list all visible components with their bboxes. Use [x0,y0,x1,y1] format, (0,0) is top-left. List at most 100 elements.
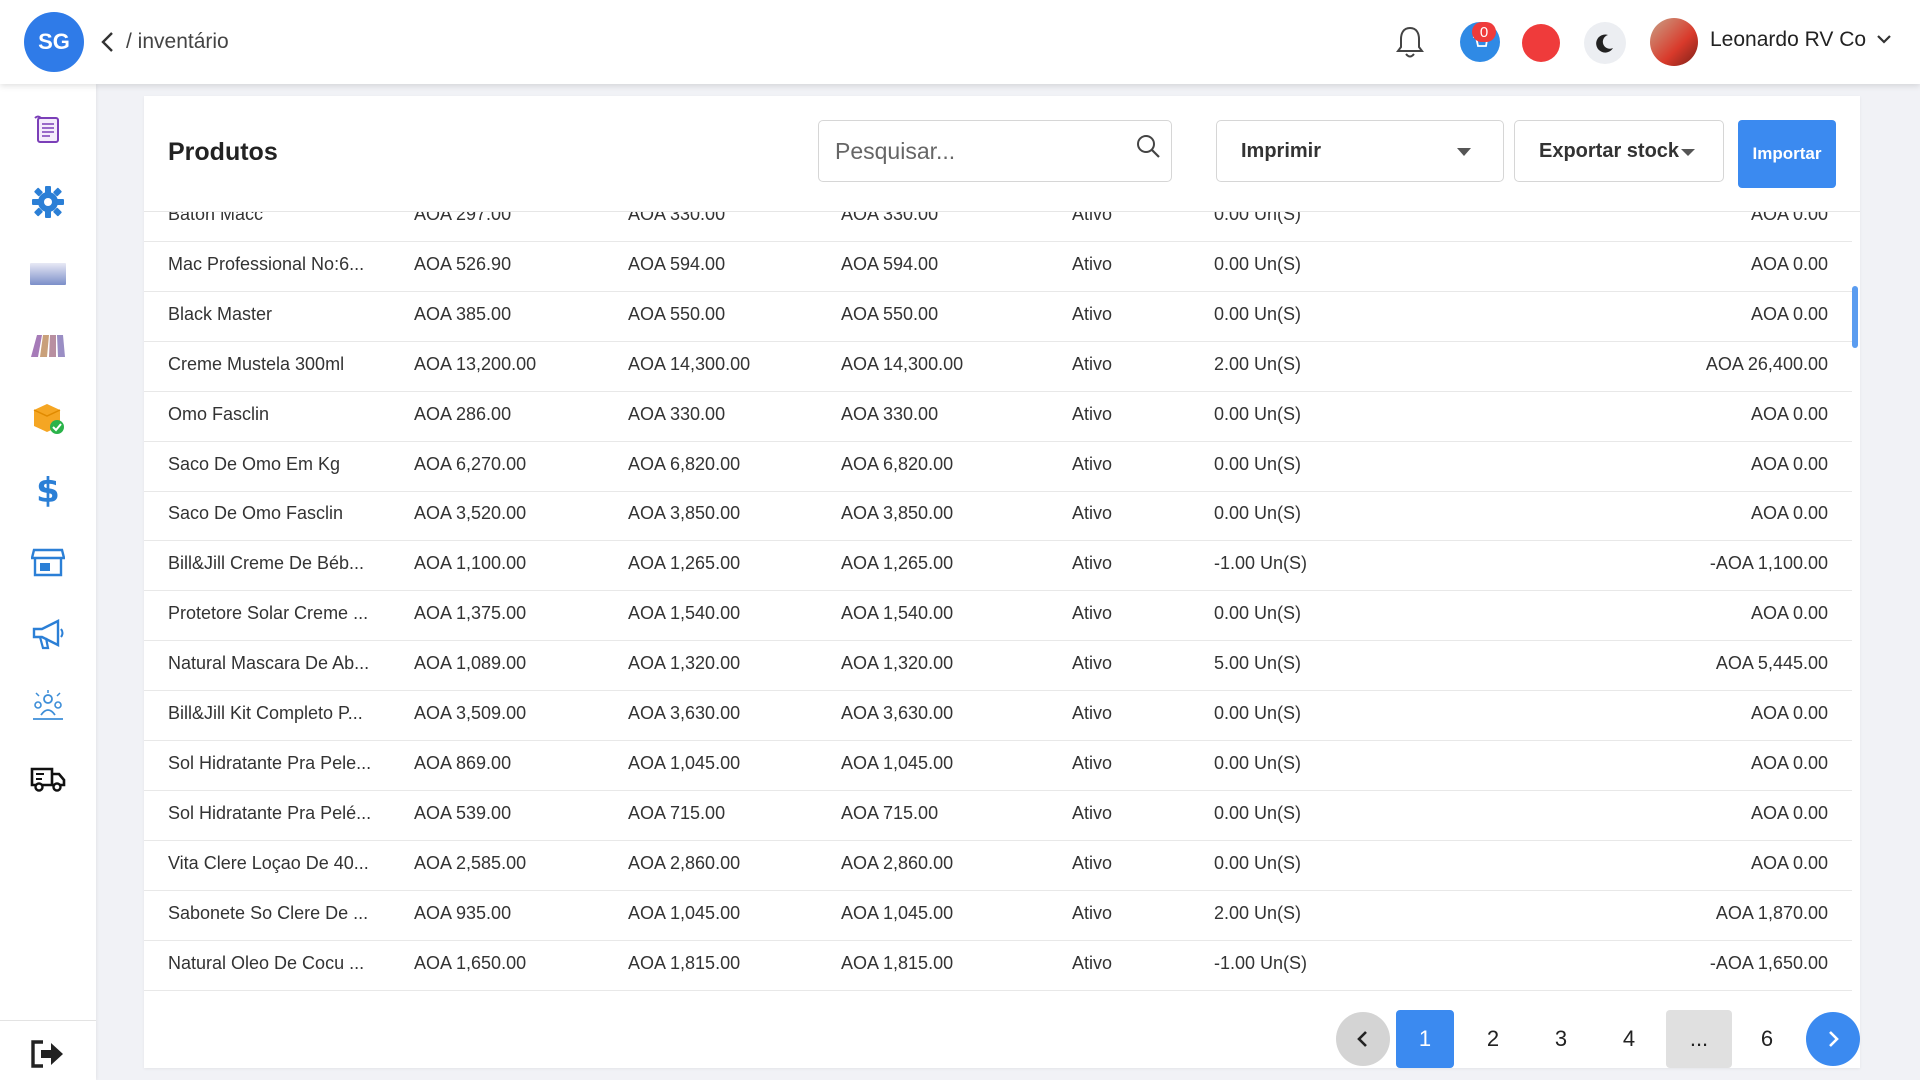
table-row[interactable]: Omo Fasclin AOA 286.00 AOA 330.00 AOA 330.0… [144,393,1852,442]
sale-price: AOA 1,265.00 [628,553,741,574]
sale-price: AOA 3,850.00 [628,503,741,524]
sale-price: AOA 1,815.00 [628,952,741,973]
search-input[interactable] [835,135,1135,167]
stock-value: AOA 0.00 [1750,212,1828,224]
product-name: Sol Hidratante Pra Pele... [168,752,372,773]
next-page-button[interactable] [1806,1012,1860,1066]
logout-icon[interactable] [26,1032,70,1076]
status-text: Ativo [1072,553,1113,574]
sale-price-2: AOA 1,540.00 [841,603,954,624]
page-button-3[interactable]: 3 [1532,1010,1590,1068]
top-bar: SG / inventário 0 Leonardo RV Co [0,0,1920,84]
page-button-1[interactable]: 1 [1396,1010,1454,1068]
caret-down-icon [1457,148,1471,156]
table-row[interactable]: Sol Hidratante Pra Pelé... AOA 539.00 AOA … [144,792,1852,841]
print-dropdown[interactable]: Imprimir [1216,120,1504,182]
product-name: Sol Hidratante Pra Pelé... [168,802,372,823]
table-row[interactable]: Sabonete So Clere De ... AOA 935.00 AOA 1,… [144,892,1852,941]
stock-quantity: 0.00 Un(S) [1214,212,1302,224]
table-row[interactable]: Protetore Solar Creme ... AOA 1,375.00 AOA… [144,592,1852,642]
back-chevron-icon[interactable] [100,31,116,53]
box-check-icon[interactable] [26,396,70,440]
product-name: Sabonete So Clere De ... [168,902,369,923]
table-row[interactable]: Vita Clere Loçao De 40... AOA 2,585.00 AOA… [144,842,1852,891]
cost-price: AOA 1,650.00 [414,952,527,973]
table-row[interactable]: Saco De Omo Fasclin AOA 3,520.00 AOA 3,850… [144,492,1852,542]
stock-value: AOA 0.00 [1750,802,1828,823]
card-gradient-icon[interactable] [26,252,70,296]
gear-icon[interactable] [26,180,70,224]
megaphone-icon[interactable] [26,612,70,656]
status-text: Ativo [1072,703,1113,723]
status-text: Ativo [1072,603,1113,624]
cost-price: AOA 539.00 [414,802,512,823]
caret-down-icon [1681,149,1695,156]
bell-icon[interactable] [1394,24,1426,60]
cost-price: AOA 1,089.00 [414,653,527,674]
stock-quantity: 2.00 Un(S) [1214,353,1302,374]
sale-price-2: AOA 6,820.00 [841,453,954,474]
store-icon[interactable] [26,540,70,584]
product-name: Natural Mascara De Ab... [168,653,370,674]
breadcrumb-path[interactable]: / inventário [126,30,229,54]
import-button[interactable]: Importar [1738,120,1836,188]
cost-price: AOA 13,200.00 [414,353,537,374]
scrollbar-thumb[interactable] [1852,286,1858,348]
product-name: Omo Fasclin [168,403,270,424]
people-group-icon[interactable] [26,684,70,728]
page-ellipsis[interactable]: ... [1666,1010,1732,1068]
table-row[interactable]: Natural Mascara De Ab... AOA 1,089.00 AOA … [144,642,1852,692]
sale-price-2: AOA 14,300.00 [841,353,964,374]
sale-price-2: AOA 1,485.00 [841,1002,953,1004]
export-stock-button[interactable]: Exportar stock [1514,120,1724,182]
prev-page-button[interactable] [1336,1012,1390,1066]
books-icon[interactable] [26,324,70,368]
table-row[interactable]: Saco De Omo Em Kg AOA 6,270.00 AOA 6,820.0… [144,443,1852,492]
svg-text:$: $ [36,471,60,510]
table-row[interactable]: Mac Professional No:6... AOA 526.90 AOA 59… [144,243,1852,292]
cost-price: AOA 385.00 [414,303,512,324]
moon-icon[interactable] [1584,22,1626,64]
delivery-truck-icon[interactable] [26,756,70,800]
cost-price: AOA 869.00 [414,752,512,773]
username[interactable]: Leonardo RV Co [1710,28,1866,52]
stock-value: AOA 0.00 [1750,503,1828,524]
stock-value: AOA 0.00 [1750,403,1828,424]
table-row[interactable]: Lotion Soft Nourish De... AOA 1,375.00 AOA… [144,991,1852,1004]
page-button-4[interactable]: 4 [1600,1010,1658,1068]
status-text: Ativo [1072,653,1113,674]
app-logo[interactable]: SG [24,12,84,72]
sale-price-2: AOA 1,815.00 [841,952,954,973]
products-card: Produtos Imprimir Exportar stock Importa… [144,96,1860,1068]
sale-price: AOA 715.00 [628,802,726,823]
page-button-2[interactable]: 2 [1464,1010,1522,1068]
table-row[interactable]: Sol Hidratante Pra Pele... AOA 869.00 AOA … [144,742,1852,791]
stock-quantity: -1.00 Un(S) [1214,952,1308,973]
chevron-down-icon[interactable] [1876,32,1892,50]
table-row[interactable]: Natural Oleo De Cocu ... AOA 1,650.00 AOA … [144,942,1852,991]
cost-price: AOA 286.00 [414,403,512,424]
status-text: Ativo [1072,253,1113,274]
table-row[interactable]: Creme Mustela 300ml AOA 13,200.00 AOA 14,3… [144,343,1852,392]
search-box[interactable] [818,120,1172,182]
record-status-icon[interactable] [1522,24,1560,62]
search-icon[interactable] [1135,133,1161,164]
page-button-6[interactable]: 6 [1738,1010,1796,1068]
status-text: Ativo [1072,802,1113,823]
cost-price: AOA 935.00 [414,902,512,923]
sale-price: AOA 330.00 [628,403,726,424]
table-row[interactable]: Baton Macc AOA 297.00 AOA 330.00 AOA 330.00… [144,212,1852,242]
stock-quantity: 0.00 Un(S) [1214,603,1302,624]
avatar[interactable] [1650,18,1698,66]
stock-quantity: 2.00 Un(S) [1214,902,1302,923]
status-text: Ativo [1072,212,1113,224]
table-row[interactable]: Bill&Jill Kit Completo P... AOA 3,509.00 A… [144,692,1852,741]
status-text: Ativo [1072,852,1113,873]
table-row[interactable]: Bill&Jill Creme De Béb... AOA 1,100.00 AOA… [144,542,1852,592]
scroll-document-icon[interactable] [26,108,70,152]
page-title: Produtos [168,138,278,166]
product-name: Mac Professional No:6... [168,253,365,274]
sidebar-divider [0,1020,96,1021]
dollar-icon[interactable]: $ [26,468,70,512]
table-row[interactable]: Black Master AOA 385.00 AOA 550.00 AOA 550.… [144,293,1852,342]
